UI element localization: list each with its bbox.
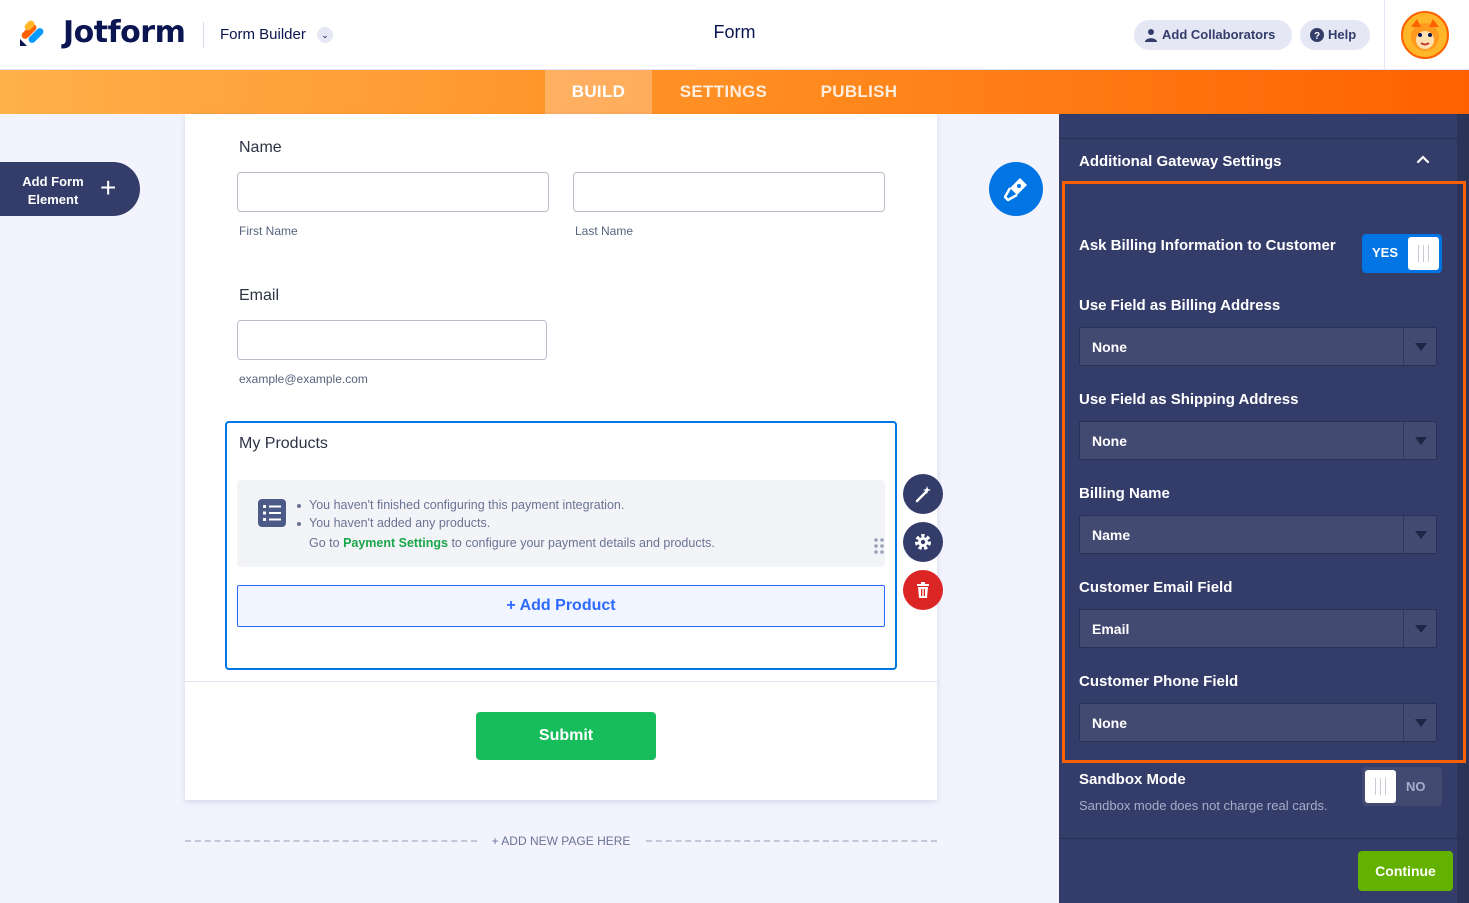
dropdown-arrow-icon	[1415, 343, 1427, 351]
email-input[interactable]	[237, 320, 547, 360]
select-value: None	[1092, 433, 1127, 449]
delete-field-button[interactable]	[903, 570, 943, 610]
gear-icon	[915, 534, 931, 550]
email-field-select[interactable]: Email	[1079, 609, 1437, 648]
logo-text[interactable]: Jotform	[63, 15, 186, 50]
notice-item: You haven't added any products.	[296, 516, 491, 530]
jotform-logo-icon[interactable]	[18, 16, 50, 48]
phone-field-select[interactable]: None	[1079, 703, 1437, 742]
email-field-label: Customer Email Field	[1079, 579, 1233, 596]
dropdown-arrow-icon	[1415, 625, 1427, 633]
name-label: Name	[239, 139, 282, 156]
billing-info-label: Ask Billing Information to Customer	[1079, 237, 1336, 254]
form-designer-button[interactable]	[989, 162, 1043, 216]
toggle-knob	[1408, 237, 1439, 270]
select-value: None	[1092, 715, 1127, 731]
first-name-input[interactable]	[237, 172, 549, 212]
last-name-sublabel: Last Name	[575, 224, 634, 238]
plus-icon: +	[100, 172, 117, 203]
shipping-address-label: Use Field as Shipping Address	[1079, 391, 1299, 408]
toggle-knob	[1365, 770, 1396, 803]
tab-publish[interactable]: PUBLISH	[805, 70, 913, 114]
form-divider	[185, 681, 937, 682]
add-form-element-label: Add Form Element	[22, 174, 84, 207]
billing-name-label: Billing Name	[1079, 485, 1170, 502]
dropdown-arrow-icon	[1415, 531, 1427, 539]
add-collaborators-label: Add Collaborators	[1162, 27, 1276, 42]
tab-build[interactable]: BUILD	[545, 70, 652, 114]
magic-wand-icon	[915, 486, 931, 503]
goto-suffix: to configure your payment details and pr…	[451, 536, 715, 550]
last-name-input[interactable]	[573, 172, 885, 212]
goto-prefix: Go to	[309, 536, 340, 550]
header-separator	[1384, 0, 1385, 70]
payment-settings-link[interactable]: Payment Settings	[343, 536, 448, 550]
products-label: My Products	[239, 435, 328, 452]
billing-address-select[interactable]: None	[1079, 327, 1437, 366]
dropdown-arrow-icon	[1415, 437, 1427, 445]
sandbox-toggle[interactable]: NO	[1362, 767, 1442, 806]
builder-tabs: BUILD SETTINGS PUBLISH	[0, 70, 1469, 114]
billing-address-label: Use Field as Billing Address	[1079, 297, 1281, 314]
wand-tool-button[interactable]	[903, 474, 943, 514]
email-sublabel: example@example.com	[239, 372, 368, 386]
add-new-page-button[interactable]: + ADD NEW PAGE HERE	[485, 834, 637, 848]
dropdown-arrow-icon	[1415, 719, 1427, 727]
trash-icon	[917, 582, 929, 598]
chevron-down-icon[interactable]: ⌄	[317, 27, 333, 43]
field-settings-button[interactable]	[903, 522, 943, 562]
submit-button[interactable]: Submit	[476, 712, 656, 760]
email-label: Email	[239, 287, 280, 304]
tab-settings[interactable]: SETTINGS	[664, 70, 783, 114]
checklist-icon	[258, 499, 286, 527]
avatar-face-icon	[1411, 19, 1439, 51]
shipping-address-select[interactable]: None	[1079, 421, 1437, 460]
paint-roller-icon	[1003, 178, 1027, 202]
select-value: Email	[1092, 621, 1130, 637]
page-divider-right	[646, 840, 937, 842]
panel-divider	[1059, 138, 1457, 139]
chevron-up-icon[interactable]	[1414, 150, 1432, 168]
add-product-button[interactable]: + Add Product	[237, 585, 885, 627]
help-icon: ?	[1310, 28, 1324, 42]
sandbox-description: Sandbox mode does not charge real cards.	[1079, 798, 1328, 813]
header-divider	[203, 22, 204, 48]
user-icon	[1145, 29, 1157, 42]
billing-name-select[interactable]: Name	[1079, 515, 1437, 554]
add-collaborators-button[interactable]: Add Collaborators	[1134, 20, 1292, 50]
drag-handle-icon[interactable]	[873, 537, 885, 555]
first-name-sublabel: First Name	[239, 224, 298, 238]
toggle-state: YES	[1372, 245, 1399, 260]
goto-text: Go to Payment Settings to configure your…	[309, 536, 715, 550]
select-value: None	[1092, 339, 1127, 355]
continue-button[interactable]: Continue	[1358, 851, 1453, 891]
phone-field-label: Customer Phone Field	[1079, 673, 1239, 690]
help-label: Help	[1328, 27, 1357, 42]
notice-item: You haven't finished configuring this pa…	[296, 498, 625, 512]
user-avatar[interactable]	[1401, 11, 1449, 59]
panel-footer-divider	[1059, 838, 1469, 839]
help-button[interactable]: ? Help	[1300, 20, 1370, 50]
payment-notice: You haven't finished configuring this pa…	[237, 480, 885, 567]
page-divider-left	[185, 840, 477, 842]
add-form-element-button[interactable]: Add Form Element +	[0, 162, 140, 216]
toggle-state: NO	[1406, 779, 1426, 794]
panel-section-title[interactable]: Additional Gateway Settings	[1079, 153, 1282, 170]
svg-text:?: ?	[1314, 31, 1320, 42]
top-header: Jotform Form Builder ⌄ Form Add Collabor…	[0, 0, 1469, 70]
billing-info-toggle[interactable]: YES	[1362, 234, 1442, 273]
form-builder-menu[interactable]: Form Builder	[220, 26, 306, 43]
sandbox-label: Sandbox Mode	[1079, 771, 1186, 788]
select-value: Name	[1092, 527, 1131, 543]
